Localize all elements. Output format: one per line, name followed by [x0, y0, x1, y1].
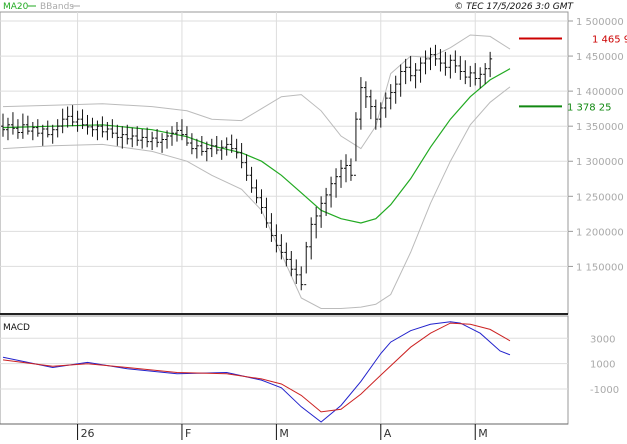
- price-tick-label: 1 350000: [576, 122, 624, 133]
- last-price-label: 1 465 9: [592, 35, 627, 46]
- x-tick-label: A: [384, 427, 392, 440]
- x-tick-label: 26: [81, 427, 95, 440]
- chart-canvas: 1 150000 1 200000 1 250000 1 300000 1 350000…: [0, 2, 627, 440]
- copyright-timestamp: © TEC 17/5/2026 3:0 GMT: [454, 2, 574, 12]
- price-tick-label: 1 500000: [576, 17, 624, 28]
- macd-tick-label: 1000: [590, 360, 615, 371]
- chart-root: 1 150000 1 200000 1 250000 1 300000 1 350000…: [0, 0, 627, 440]
- price-tick-label: 1 400000: [576, 87, 624, 98]
- price-tick-label: 1 300000: [576, 157, 624, 168]
- macd-panel-frame: [0, 315, 569, 425]
- price-tick-label: 1 150000: [576, 262, 624, 273]
- x-tick-label: M: [478, 427, 488, 440]
- x-tick-label: F: [185, 427, 191, 440]
- macd-title: MACD: [3, 323, 30, 333]
- price-tick-label: 1 250000: [576, 192, 624, 203]
- ma-marker-label: 1 378 25: [567, 102, 612, 113]
- price-panel-frame: [0, 11, 569, 315]
- macd-tick-label: 3000: [590, 334, 615, 345]
- x-tick-label: M: [279, 427, 289, 440]
- legend-bbands: BBands: [40, 2, 74, 12]
- macd-tick-label: -1000: [590, 385, 619, 396]
- price-tick-label: 1 450000: [576, 52, 624, 63]
- price-tick-label: 1 200000: [576, 227, 624, 238]
- legend-ma20: MA20: [3, 2, 29, 12]
